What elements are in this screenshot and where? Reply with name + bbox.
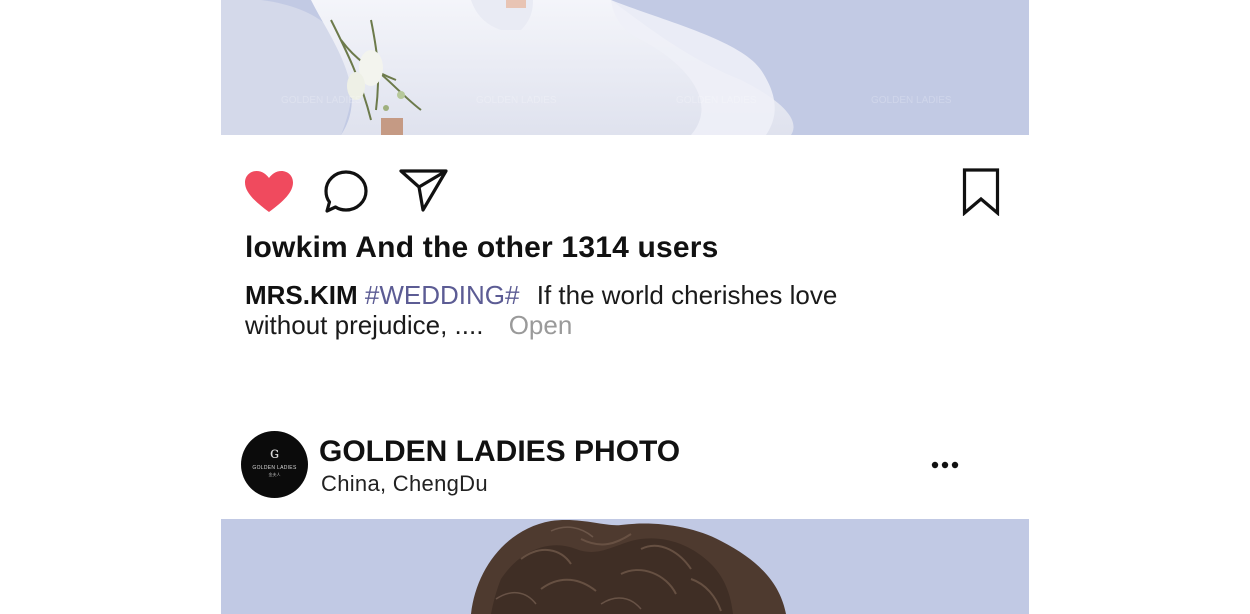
feed-page: GOLDEN LADIES GOLDEN LADIES GOLDEN LADIE… bbox=[0, 0, 1250, 614]
likes-count[interactable]: lowkim And the other 1314 users bbox=[245, 231, 719, 265]
like-button[interactable] bbox=[244, 170, 294, 214]
post-location[interactable]: China, ChengDu bbox=[321, 471, 488, 497]
svg-text:GOLDEN LADIES: GOLDEN LADIES bbox=[476, 95, 557, 106]
avatar-logo-subtext: 金夫人 bbox=[268, 472, 281, 477]
post-action-bar bbox=[221, 135, 1029, 235]
comment-button[interactable] bbox=[323, 169, 369, 215]
portrait-photo-image bbox=[221, 519, 1029, 614]
svg-text:GOLDEN LADIES: GOLDEN LADIES bbox=[676, 95, 757, 106]
paper-plane-icon bbox=[399, 169, 448, 212]
post-caption: MRS.KIM #WEDDING# If the world cherishes… bbox=[245, 280, 925, 340]
speech-bubble-icon bbox=[324, 170, 368, 213]
avatar-logo-text: GOLDEN LADIES bbox=[252, 465, 297, 471]
save-button[interactable] bbox=[962, 168, 1000, 216]
avatar[interactable]: ɢ GOLDEN LADIES 金夫人 bbox=[241, 431, 308, 498]
caption-author[interactable]: MRS.KIM bbox=[245, 280, 358, 310]
post-header: ɢ GOLDEN LADIES 金夫人 GOLDEN LADIES PHOTO … bbox=[241, 431, 1001, 499]
caption-open-link[interactable]: Open bbox=[509, 310, 573, 340]
post-photo-wedding[interactable]: GOLDEN LADIES GOLDEN LADIES GOLDEN LADIE… bbox=[221, 0, 1029, 135]
caption-hashtag[interactable]: #WEDDING# bbox=[365, 280, 520, 310]
heart-filled-icon bbox=[245, 171, 293, 212]
svg-text:GOLDEN LADIES: GOLDEN LADIES bbox=[871, 95, 952, 106]
avatar-logo-icon: ɢ bbox=[269, 443, 280, 462]
svg-text:GOLDEN LADIES: GOLDEN LADIES bbox=[281, 95, 362, 106]
more-dots-icon bbox=[931, 461, 959, 469]
bookmark-icon bbox=[962, 168, 1000, 216]
share-button[interactable] bbox=[399, 169, 449, 213]
account-name[interactable]: GOLDEN LADIES PHOTO bbox=[319, 435, 680, 469]
more-options-button[interactable] bbox=[931, 455, 961, 475]
post-photo-portrait[interactable] bbox=[221, 519, 1029, 614]
wedding-photo-image: GOLDEN LADIES GOLDEN LADIES GOLDEN LADIE… bbox=[221, 0, 1029, 135]
